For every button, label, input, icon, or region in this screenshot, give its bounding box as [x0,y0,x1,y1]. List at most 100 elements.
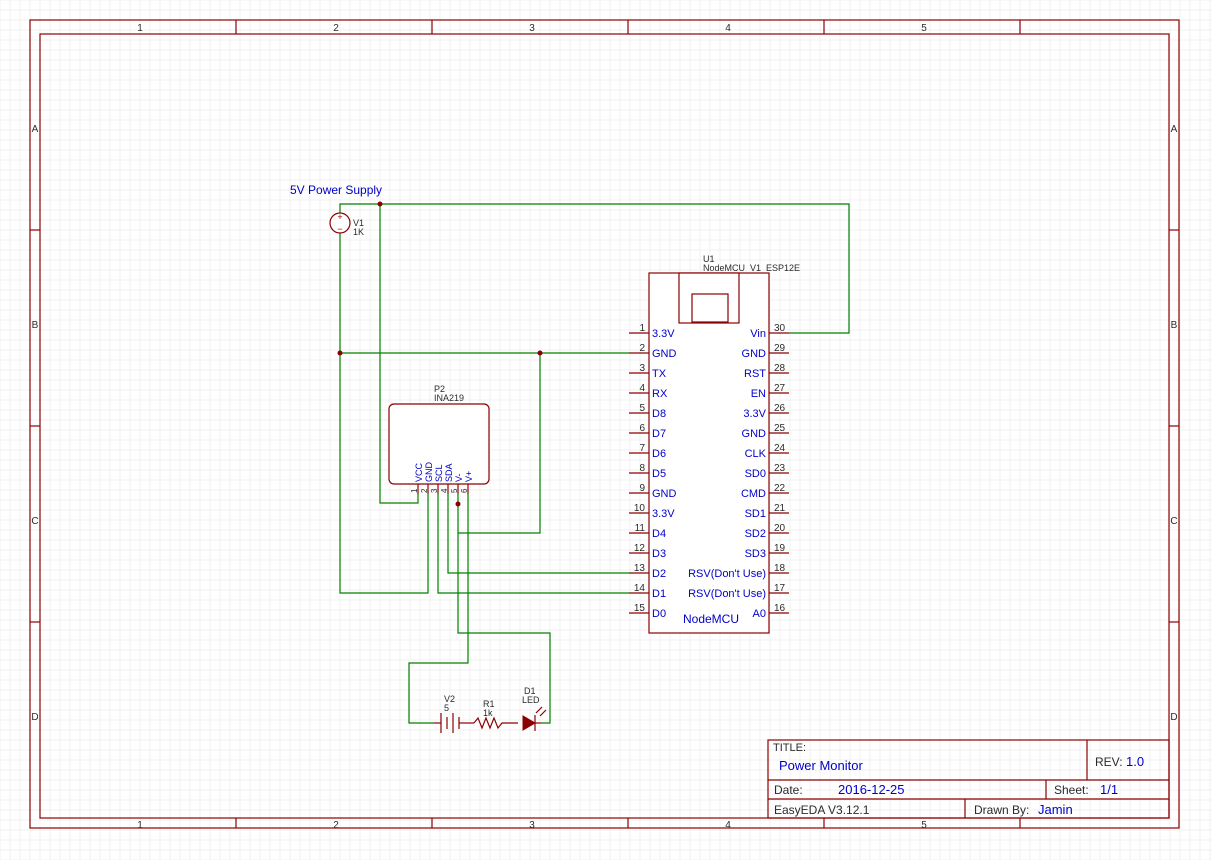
pin-number: 3 [430,488,439,493]
pin-number: 27 [774,383,786,394]
rev-label: REV: [1095,755,1123,769]
row-label: C [31,516,38,527]
row-label: D [1170,712,1177,723]
pin-name: V+ [464,471,474,482]
junction-dot [377,201,383,207]
pin-number: 8 [639,463,645,474]
pin-name: D6 [652,448,666,460]
col-label: 3 [529,820,535,831]
pin-number: 4 [440,488,449,493]
col-label: 4 [725,23,731,34]
pin-number: 5 [639,403,645,414]
pin-name: Vin [750,328,766,340]
row-label: C [1170,516,1177,527]
frame-col-labels-bottom: 1 2 3 4 5 [137,820,927,831]
wire-vminus [457,494,551,724]
pin-name: V- [454,473,464,482]
pin-name: SDA [444,463,454,482]
led-d1[interactable]: D1 LED [522,686,547,731]
pin-name: SCL [434,464,444,482]
col-label: 2 [333,820,339,831]
pin-number: 2 [639,343,645,354]
row-label: B [1171,320,1178,331]
col-label: 3 [529,23,535,34]
drawn-by-label: Drawn By: [974,803,1029,817]
pin-name: CLK [745,448,767,460]
pin-name: RSV(Don't Use) [688,588,766,600]
pin-number: 11 [635,523,646,534]
pin-name: CMD [741,488,766,500]
pin-name: D1 [652,588,666,600]
pin-number: 21 [774,503,786,514]
pin-number: 30 [774,323,786,334]
pin-name: D3 [652,548,666,560]
pin-name: D7 [652,428,666,440]
pin-number: 18 [774,563,786,574]
source-plus: + [337,212,342,222]
row-label: D [31,712,38,723]
r1-value: 1k [483,708,493,718]
pin-name: D4 [652,528,666,540]
background-grid [0,0,1212,860]
pin-name: GND [652,348,677,360]
nodemcu-u1[interactable]: U1 NodeMCU_V1_ESP12E NodeMCU 1 3.3V2 GND3 T… [629,254,800,634]
col-label: 5 [921,23,927,34]
pin-number: 23 [774,463,786,474]
pin-name: 3.3V [652,328,675,340]
junction-dot [337,350,343,356]
led-ray [539,709,547,717]
schematic-sheet: 1 2 3 4 5 1 2 3 4 5 A B C D A B C D TITL… [0,0,1212,860]
sheet-value: 1/1 [1100,782,1118,797]
led-triangle [522,715,536,731]
pin-name: RST [744,368,766,380]
nodemcu-name: NodeMCU [683,612,739,626]
pin-number: 4 [639,383,645,394]
u1-part: NodeMCU_V1_ESP12E [703,263,800,273]
pin-name: SD0 [745,468,766,480]
pin-number: 14 [634,583,646,594]
pin-name: VCC [414,462,424,482]
pin-name: SD1 [745,508,766,520]
pin-name: RSV(Don't Use) [688,568,766,580]
v1-value: 1K [353,227,364,237]
pin-name: GND [424,462,434,483]
pin-number: 22 [774,483,786,494]
pin-name: GND [652,488,677,500]
pin-name: 3.3V [743,408,766,420]
d1-value: LED [522,695,540,705]
date-value: 2016-12-25 [838,782,905,797]
frame-col-labels-top: 1 2 3 4 5 [137,23,927,34]
tool-version: EasyEDA V3.12.1 [774,803,870,817]
pin-number: 5 [450,488,459,493]
p2-part: INA219 [434,393,464,403]
pin-name: EN [751,388,766,400]
pin-name: A0 [753,608,766,620]
junction-dot [537,350,543,356]
pin-number: 13 [634,563,646,574]
row-label: B [32,320,39,331]
sheet-frame: 1 2 3 4 5 1 2 3 4 5 A B C D A B C D [29,19,1180,831]
resistor-r1[interactable]: R1 1k [473,699,518,730]
pin-name: SD3 [745,548,766,560]
esp-module-outline [691,293,729,323]
pin-number: 1 [410,488,419,493]
col-label: 2 [333,23,339,34]
pin-number: 1 [639,323,645,334]
pin-name: 3.3V [652,508,675,520]
pin-number: 6 [460,488,469,493]
pin-name: D2 [652,568,666,580]
pin-name: D0 [652,608,666,620]
drawn-by-value: Jamin [1038,802,1073,817]
col-label: 1 [137,820,143,831]
pin-number: 17 [774,583,786,594]
source-minus: − [337,224,342,234]
pin-number: 16 [774,603,786,614]
drawing-title: Power Monitor [779,758,863,773]
pin-number: 29 [774,343,786,354]
junction-dot [455,501,461,507]
sheet-label: Sheet: [1054,783,1089,797]
pin-number: 6 [639,423,645,434]
title-block: TITLE: Power Monitor REV: 1.0 Date: 2016… [767,739,1170,819]
pin-number: 10 [634,503,646,514]
pin-name: RX [652,388,668,400]
